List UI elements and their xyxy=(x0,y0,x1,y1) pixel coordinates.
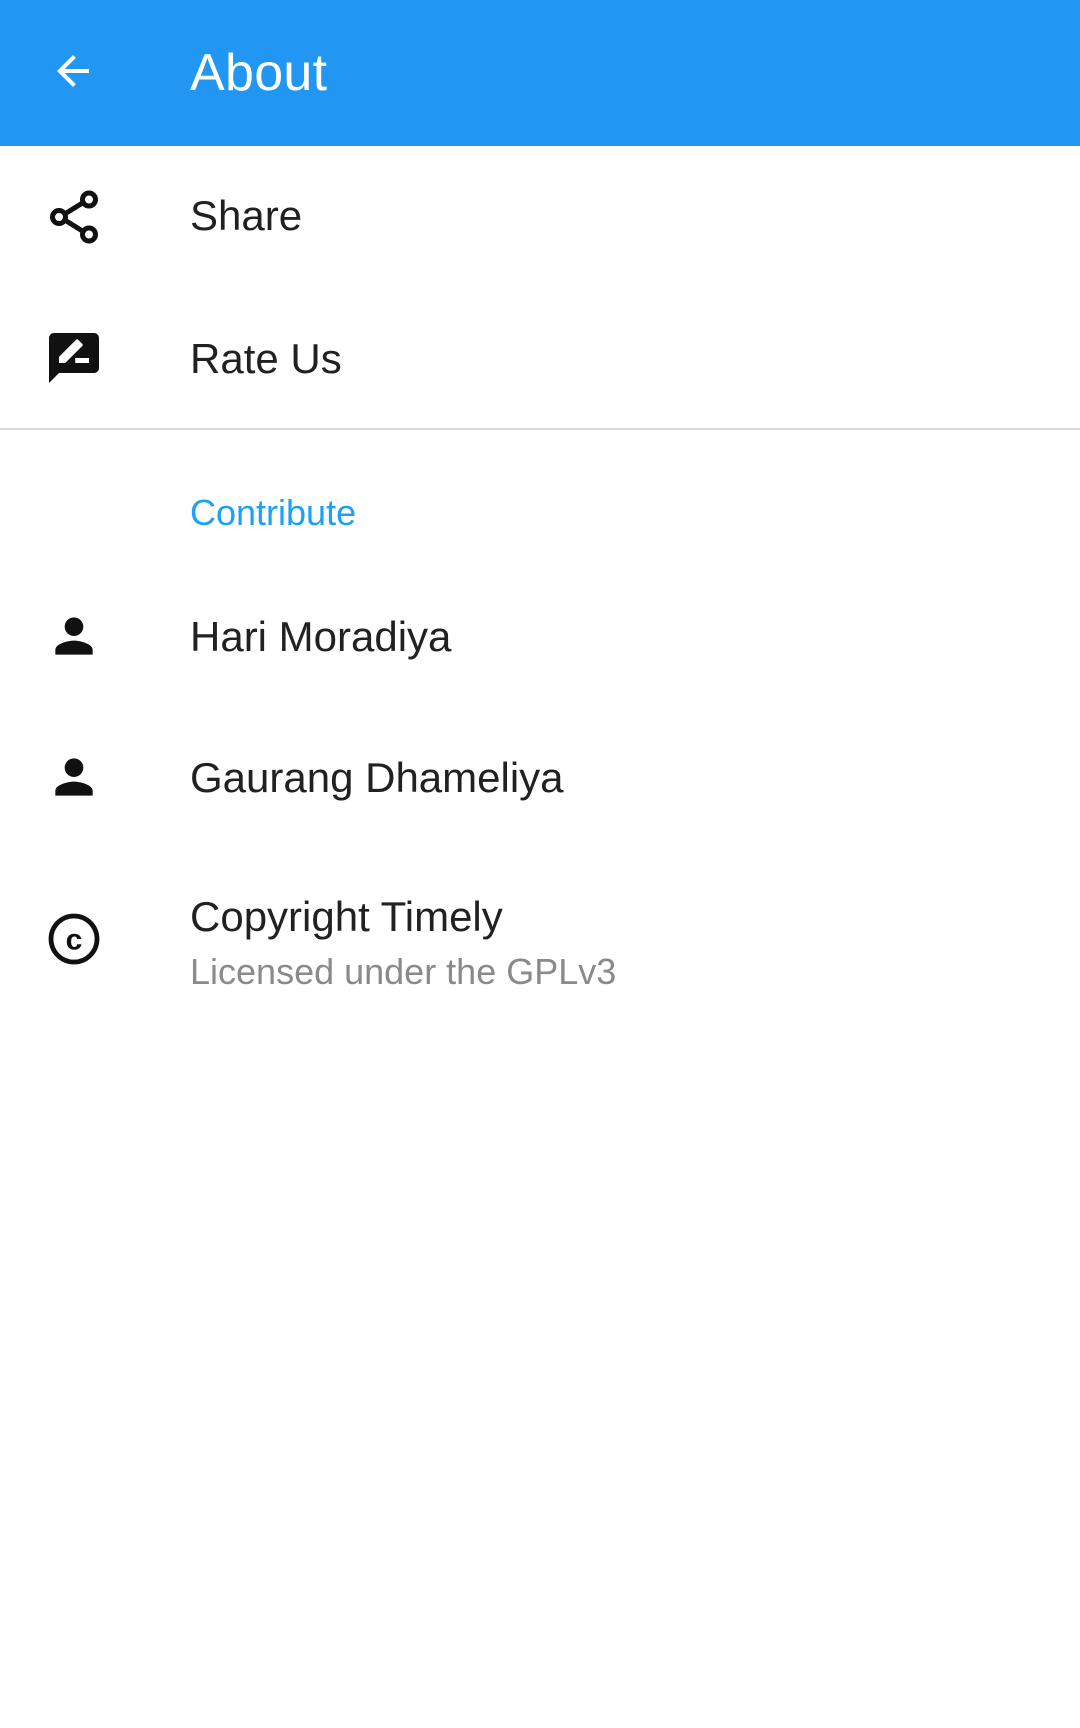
copyright-icon: c xyxy=(43,908,105,970)
back-button[interactable] xyxy=(22,28,124,118)
rate-us-label: Rate Us xyxy=(190,335,342,382)
contribute-header: Contribute xyxy=(190,492,357,533)
contributor-name: Hari Moradiya xyxy=(190,613,452,660)
copyright-item[interactable]: c Copyright Timely Licensed under the GP… xyxy=(0,847,1080,1012)
share-label: Share xyxy=(190,192,303,239)
divider xyxy=(0,428,1080,430)
license-text: Licensed under the GPLv3 xyxy=(190,951,617,992)
rate-review-icon xyxy=(43,327,105,389)
contributor-item[interactable]: Gaurang Dhameliya xyxy=(0,706,1080,847)
app-bar: About xyxy=(0,0,1080,146)
share-item[interactable]: Share xyxy=(0,146,1080,287)
person-icon xyxy=(43,605,105,667)
copyright-title: Copyright Timely xyxy=(190,893,503,940)
page-title: About xyxy=(190,44,328,102)
contributor-name: Gaurang Dhameliya xyxy=(190,754,564,801)
person-icon xyxy=(43,746,105,808)
share-icon xyxy=(43,186,105,248)
arrow-back-icon xyxy=(49,47,97,100)
rate-us-item[interactable]: Rate Us xyxy=(0,287,1080,428)
svg-text:c: c xyxy=(66,924,83,957)
contributor-item[interactable]: Hari Moradiya xyxy=(0,565,1080,706)
